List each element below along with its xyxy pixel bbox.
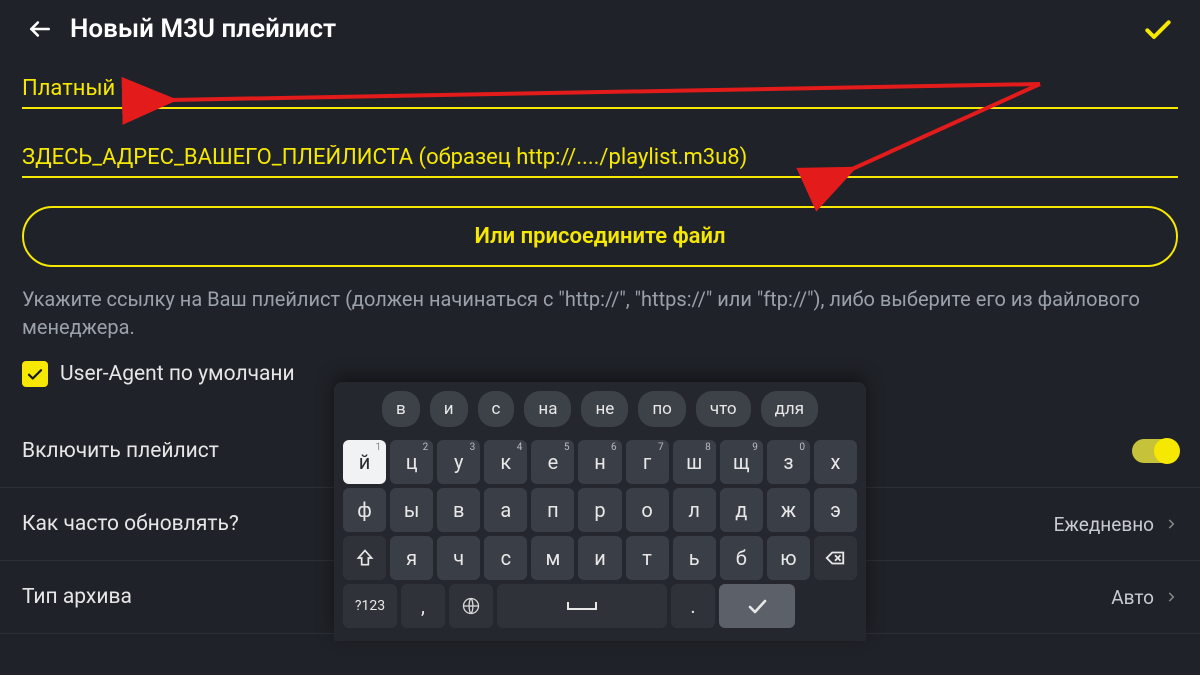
key-п[interactable]: п (531, 488, 574, 532)
playlist-url-input[interactable] (22, 145, 1178, 170)
row-label: Включить плейлист (22, 439, 219, 463)
key-н[interactable]: н6 (578, 440, 621, 484)
key-з[interactable]: з0 (767, 440, 810, 484)
suggestion-row: виснанепочтодля (343, 391, 857, 427)
suggestion[interactable]: с (478, 391, 515, 427)
key-м[interactable]: м (531, 536, 574, 580)
keyboard-row-1: й1ц2у3к4е5н6г7ш8щ9з0х (343, 440, 857, 484)
key-о[interactable]: о (626, 488, 669, 532)
key-ю[interactable]: ю (767, 536, 810, 580)
key-р[interactable]: р (578, 488, 621, 532)
update-frequency-value: Ежедневно (1054, 513, 1154, 536)
keyboard-row-2: фывапролджэ (343, 488, 857, 532)
form-content: Или присоедините файл Укажите ссылку на … (0, 58, 1200, 387)
playlist-name-field[interactable] (22, 68, 1178, 109)
back-button[interactable] (20, 9, 60, 49)
suggestion[interactable]: по (638, 391, 686, 427)
key-у[interactable]: у3 (437, 440, 480, 484)
language-key[interactable] (449, 584, 493, 628)
key-а[interactable]: а (484, 488, 527, 532)
key-ф[interactable]: ф (343, 488, 386, 532)
key-щ[interactable]: щ9 (720, 440, 763, 484)
header: Новый M3U плейлист (0, 0, 1200, 58)
key-д[interactable]: д (720, 488, 763, 532)
backspace-key[interactable] (814, 536, 857, 580)
chevron-right-icon (1164, 590, 1178, 604)
suggestion[interactable]: для (761, 391, 818, 427)
key-с[interactable]: с (484, 536, 527, 580)
key-в[interactable]: в (437, 488, 480, 532)
key-ч[interactable]: ч (437, 536, 480, 580)
shift-key[interactable] (343, 536, 386, 580)
symbols-key[interactable]: ?123 (343, 584, 397, 628)
user-agent-label: User-Agent по умолчани (60, 362, 295, 386)
attach-file-button[interactable]: Или присоедините файл (22, 206, 1178, 267)
enter-key[interactable] (719, 584, 795, 628)
key-ь[interactable]: ь (673, 536, 716, 580)
key-б[interactable]: б (720, 536, 763, 580)
user-agent-checkbox[interactable] (22, 361, 48, 387)
playlist-url-field[interactable] (22, 137, 1178, 178)
period-key[interactable]: . (671, 584, 715, 628)
key-ы[interactable]: ы (390, 488, 433, 532)
space-key[interactable] (497, 584, 667, 628)
row-label: Тип архива (22, 585, 132, 609)
suggestion[interactable]: и (430, 391, 468, 427)
row-label: Как часто обновлять? (22, 512, 239, 536)
key-и[interactable]: и (578, 536, 621, 580)
soft-keyboard: виснанепочтодля й1ц2у3к4е5н6г7ш8щ9з0х фы… (334, 382, 866, 641)
key-ж[interactable]: ж (767, 488, 810, 532)
key-г[interactable]: г7 (626, 440, 669, 484)
row-value: Ежедневно (1054, 513, 1178, 536)
suggestion[interactable]: что (696, 391, 751, 427)
row-value: Авто (1111, 586, 1178, 609)
playlist-name-input[interactable] (22, 76, 1178, 101)
key-к[interactable]: к4 (484, 440, 527, 484)
key-х[interactable]: х (814, 440, 857, 484)
key-э[interactable]: э (814, 488, 857, 532)
key-ш[interactable]: ш8 (673, 440, 716, 484)
suggestion[interactable]: на (524, 391, 571, 427)
suggestion[interactable]: в (382, 391, 420, 427)
hint-text: Укажите ссылку на Ваш плейлист (должен н… (22, 285, 1178, 341)
keyboard-row-3: ячсмитьбю (343, 536, 857, 580)
comma-key[interactable]: , (401, 584, 445, 628)
page-title: Новый M3U плейлист (70, 14, 336, 44)
chevron-right-icon (1164, 517, 1178, 531)
key-й[interactable]: й1 (343, 440, 386, 484)
enable-playlist-toggle[interactable] (1132, 439, 1178, 463)
key-я[interactable]: я (390, 536, 433, 580)
key-л[interactable]: л (673, 488, 716, 532)
archive-type-value: Авто (1111, 586, 1154, 609)
confirm-button[interactable] (1136, 7, 1180, 51)
key-е[interactable]: е5 (531, 440, 574, 484)
keyboard-row-4: ?123 , . (343, 584, 857, 628)
suggestion[interactable]: не (581, 391, 628, 427)
key-ц[interactable]: ц2 (390, 440, 433, 484)
key-т[interactable]: т (626, 536, 669, 580)
